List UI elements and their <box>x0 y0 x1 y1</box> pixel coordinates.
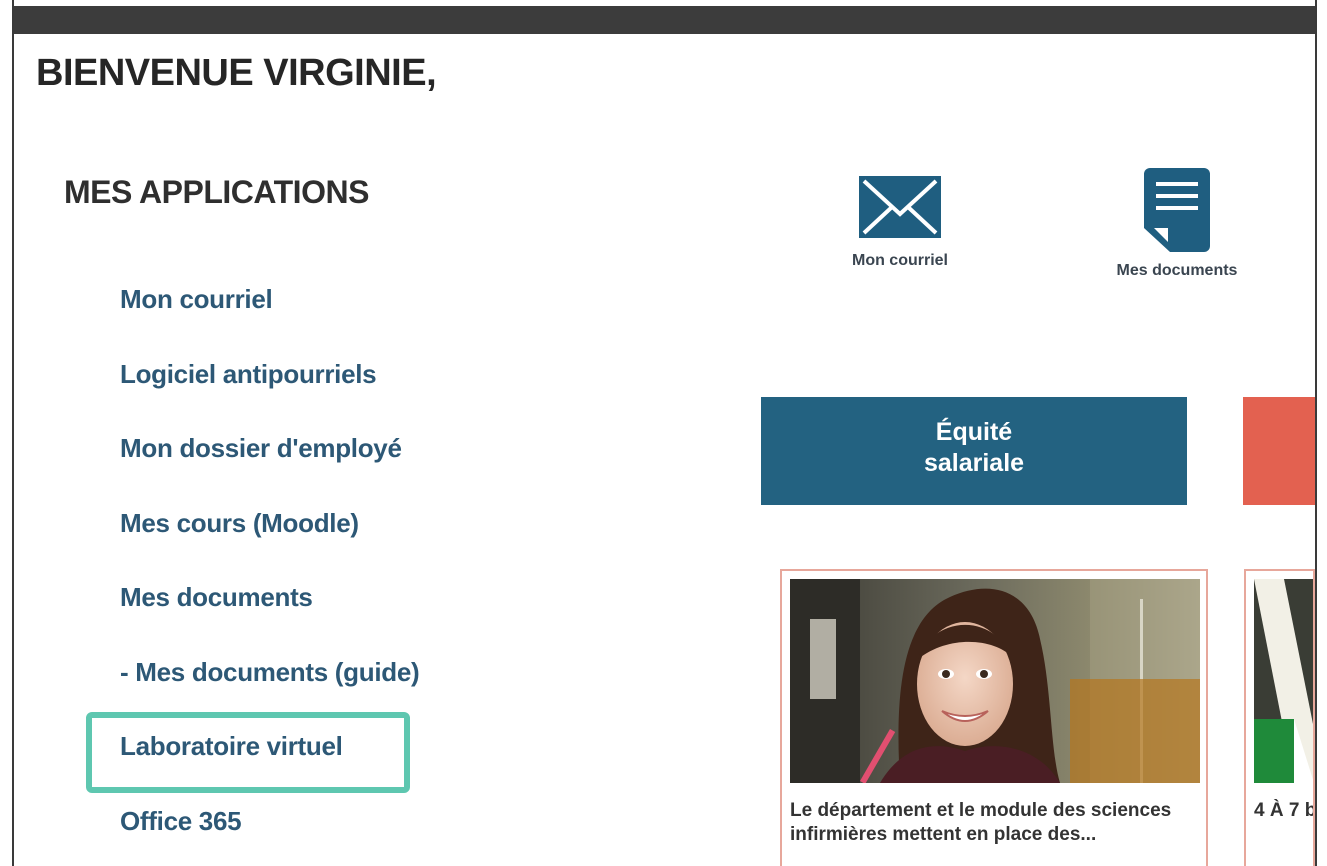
app-link-mail[interactable]: Mon courriel <box>120 284 273 315</box>
document-icon <box>1144 168 1210 252</box>
news-card[interactable]: Le département et le module des sciences… <box>780 569 1208 866</box>
list-item: Mon courriel <box>120 284 419 359</box>
window-left-edge <box>0 0 14 866</box>
news-headline: 4 À 7 b courta <box>1254 800 1313 821</box>
app-link-documents[interactable]: Mes documents <box>120 582 313 613</box>
student-photo <box>790 579 1200 783</box>
list-item: Mes documents <box>120 582 419 657</box>
app-link-antispam[interactable]: Logiciel antipourriels <box>120 359 377 390</box>
news-headline: Le département et le module des sciences… <box>790 800 1172 845</box>
top-navigation-bar <box>14 6 1315 34</box>
list-item: Office 365 <box>120 806 419 866</box>
my-applications-heading: MES APPLICATIONS <box>64 174 369 210</box>
list-item: Logiciel antipourriels <box>120 359 419 434</box>
tile-documents-label: Mes documents <box>1116 262 1238 279</box>
app-link-moodle[interactable]: Mes cours (Moodle) <box>120 508 359 539</box>
news-photo <box>1254 579 1313 783</box>
app-link-documents-guide[interactable]: - Mes documents (guide) <box>120 657 420 688</box>
envelope-icon <box>859 176 941 238</box>
news-photo <box>790 579 1200 783</box>
red-banner[interactable] <box>1243 397 1315 505</box>
banner-line-1: Équité <box>935 418 1013 446</box>
list-item: Mes cours (Moodle) <box>120 508 419 583</box>
app-link-employee-file[interactable]: Mon dossier d'employé <box>120 433 402 464</box>
banner-line-2: salariale <box>923 449 1025 477</box>
tile-mail[interactable]: Mon courriel <box>830 176 970 270</box>
news-card[interactable]: 4 À 7 b courta <box>1244 569 1315 866</box>
virtual-lab-highlight <box>86 712 410 793</box>
welcome-heading: BIENVENUE VIRGINIE, <box>36 52 437 94</box>
list-item: Mon dossier d'employé <box>120 433 419 508</box>
pay-equity-banner[interactable]: Équité salariale <box>761 397 1187 505</box>
tile-documents[interactable]: Mes documents <box>1107 168 1247 280</box>
news-photo-graphic <box>1254 579 1313 783</box>
window-right-edge <box>1315 0 1327 866</box>
app-link-office365[interactable]: Office 365 <box>120 806 242 837</box>
tile-mail-label: Mon courriel <box>851 252 948 269</box>
